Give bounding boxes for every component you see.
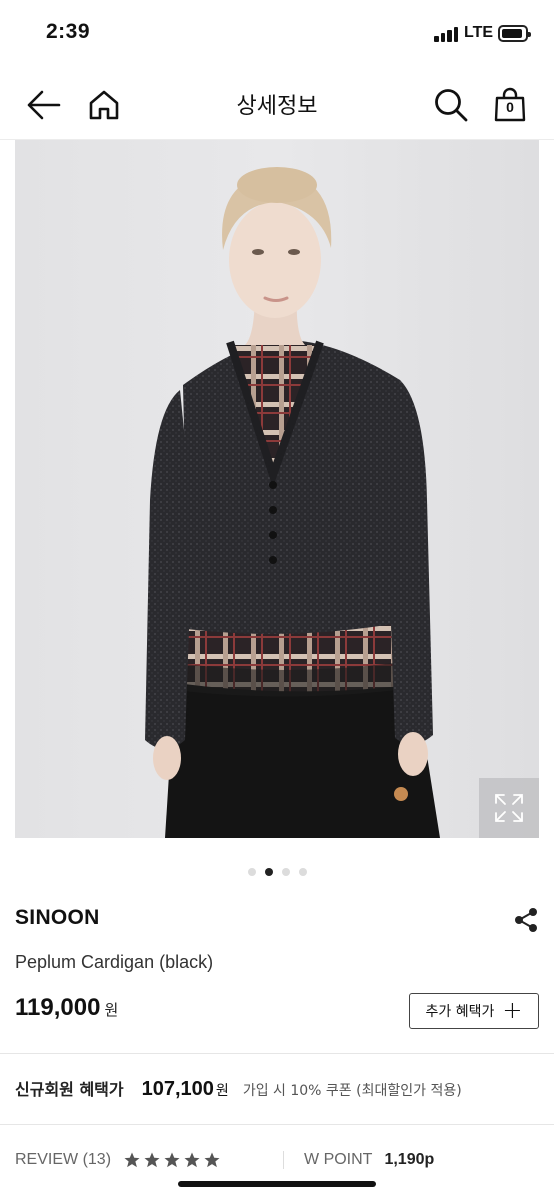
search-button[interactable] [432, 86, 470, 124]
carousel-indicator [0, 868, 554, 876]
price: 119,000 원 [15, 994, 118, 1022]
product-image[interactable] [15, 140, 539, 838]
price-value: 119,000 [15, 994, 101, 1021]
review-summary: REVIEW (13) W POINT 1,190p [15, 1150, 539, 1170]
share-button[interactable] [510, 904, 542, 936]
brand-name[interactable]: SINOON [15, 906, 100, 930]
carousel-dot[interactable] [298, 868, 307, 876]
member-benefit-currency: 원 [215, 1083, 229, 1099]
divider [0, 1124, 554, 1125]
home-indicator[interactable] [178, 1181, 376, 1187]
member-benefit-note: 가입 시 10% 쿠폰 (최대할인가 적용) [242, 1083, 462, 1099]
star-rating [123, 1151, 221, 1169]
price-currency: 원 [104, 1001, 119, 1019]
star-icon [164, 1152, 180, 1168]
expand-icon [495, 794, 523, 822]
page-title: 상세정보 [236, 94, 318, 119]
star-icon [144, 1152, 160, 1168]
status-bar: 2:39 LTE [0, 0, 554, 68]
wpoint-label: W POINT [304, 1151, 373, 1168]
product-name: Peplum Cardigan (black) [15, 952, 214, 972]
plus-icon: + [502, 996, 523, 1024]
battery-icon [498, 25, 531, 42]
status-time: 2:39 [46, 20, 91, 43]
model-photo [15, 140, 539, 838]
search-icon [435, 89, 468, 122]
member-benefit: 신규회원 혜택가 107,100 원 가입 시 10% 쿠폰 (최대할인가 적용… [15, 1076, 462, 1101]
extra-benefit-label: 추가 혜택가 [425, 1004, 495, 1020]
divider [0, 1053, 554, 1054]
star-icon [124, 1152, 140, 1168]
cart-count: 0 [506, 99, 514, 115]
carousel-dot[interactable] [247, 868, 256, 876]
network-label: LTE [464, 24, 494, 41]
vertical-divider [283, 1151, 285, 1169]
share-icon [515, 908, 537, 932]
star-icon [204, 1152, 220, 1168]
expand-button[interactable] [479, 778, 539, 838]
signal-icon [434, 26, 460, 42]
carousel-dot-active[interactable] [264, 868, 273, 876]
carousel-dot[interactable] [281, 868, 290, 876]
member-benefit-price: 107,100 [141, 1078, 214, 1100]
star-icon [184, 1152, 200, 1168]
member-benefit-label: 신규회원 혜택가 [15, 1080, 124, 1099]
review-link[interactable]: REVIEW (13) [15, 1151, 111, 1169]
cart-button[interactable]: 0 [490, 86, 530, 124]
nav-bar: 상세정보 0 [0, 68, 554, 140]
extra-benefit-button[interactable]: 추가 혜택가 + [409, 993, 539, 1029]
wpoint-value: 1,190p [384, 1151, 435, 1168]
